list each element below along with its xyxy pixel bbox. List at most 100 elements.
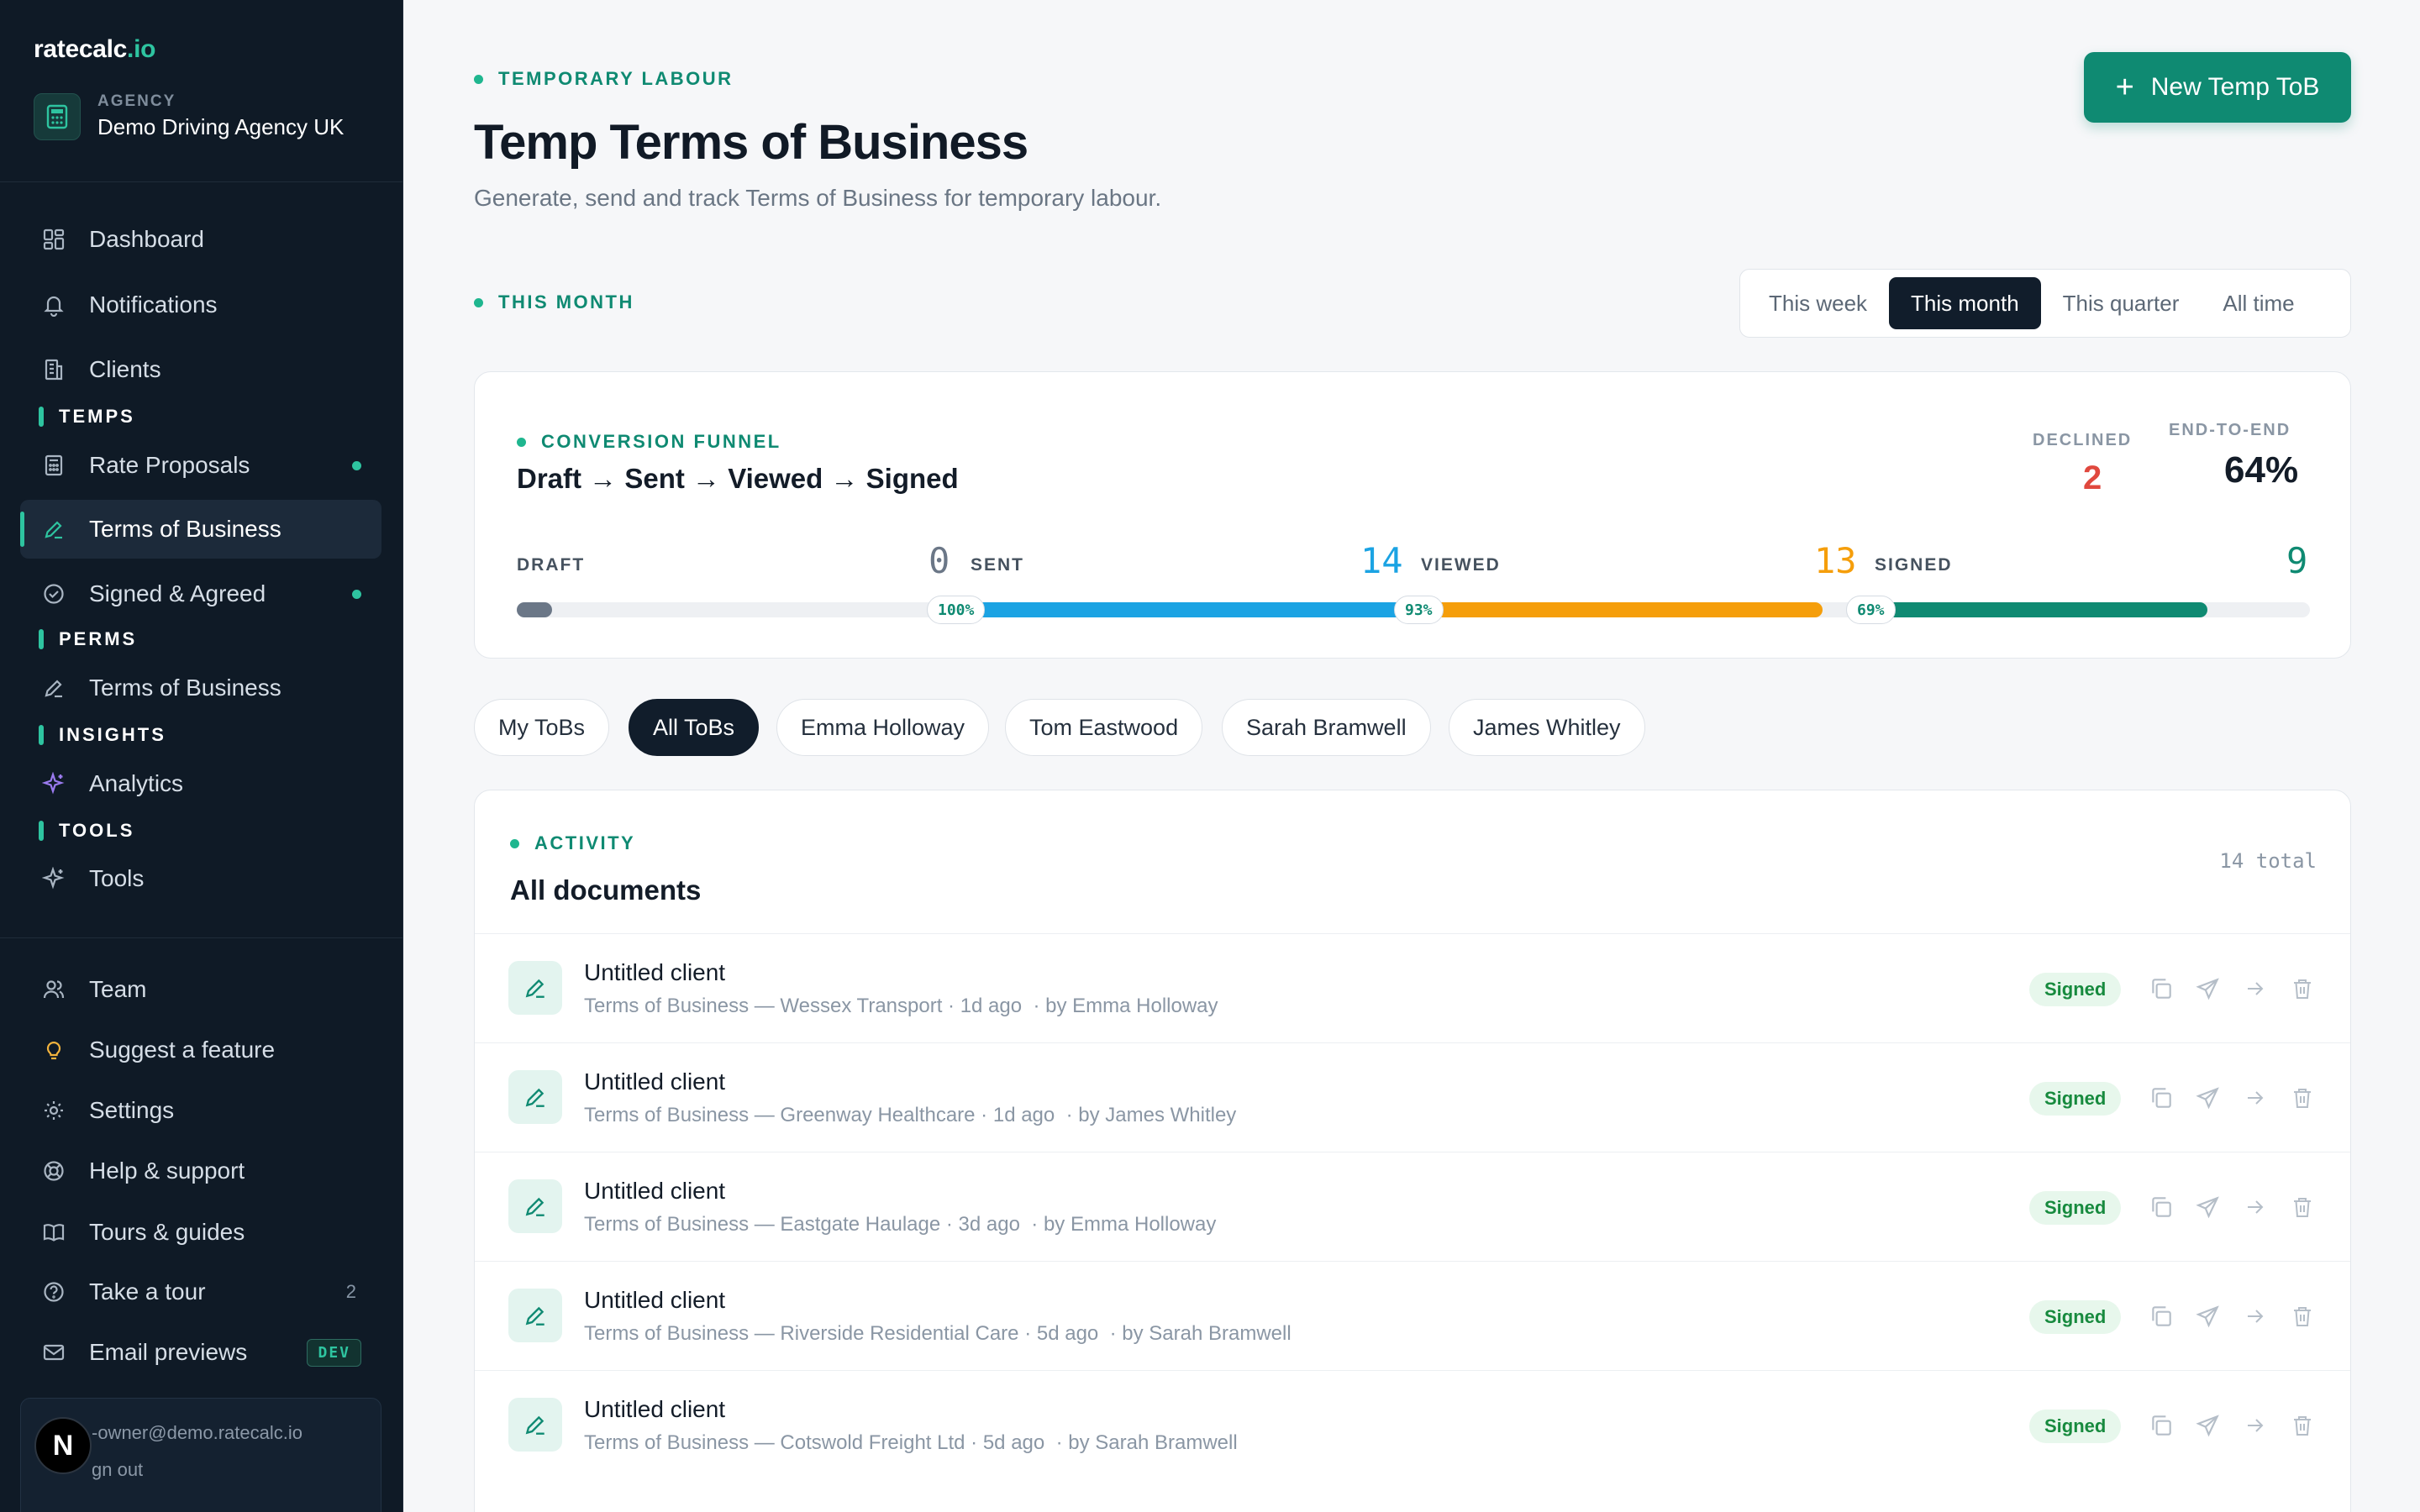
avatar[interactable]: N	[34, 1417, 92, 1474]
copy-icon[interactable]	[2147, 1411, 2175, 1440]
send-icon[interactable]	[2194, 1302, 2223, 1331]
arrow-right-icon[interactable]	[2241, 1084, 2270, 1112]
status-badge: Signed	[2029, 1082, 2122, 1116]
section-label-perms: PERMS	[39, 628, 137, 650]
sidebar-item-perm-terms-of-business[interactable]: Terms of Business	[20, 659, 381, 717]
table-row[interactable]: Untitled client Terms of Business — Wess…	[475, 933, 2350, 1042]
arrow-right-icon[interactable]	[2241, 1193, 2270, 1221]
trash-icon[interactable]	[2288, 1411, 2317, 1440]
sidebar-item-tools[interactable]: Tools	[20, 849, 381, 908]
user-card[interactable]: -owner@demo.ratecalc.io gn out N	[20, 1398, 381, 1512]
conversion-pill-viewed: 93%	[1394, 596, 1444, 624]
trash-icon[interactable]	[2288, 974, 2317, 1003]
sidebar-item-analytics[interactable]: Analytics	[20, 754, 381, 813]
copy-icon[interactable]	[2147, 974, 2175, 1003]
stage-count-draft: 0	[929, 540, 950, 581]
filter-my-tobs[interactable]: My ToBs	[474, 699, 610, 756]
sidebar-item-settings[interactable]: Settings	[20, 1081, 381, 1140]
declined-value: 2	[2083, 459, 2102, 496]
sidebar-item-temp-terms-of-business[interactable]: Terms of Business	[20, 500, 381, 559]
sidebar-item-dashboard[interactable]: Dashboard	[20, 210, 381, 269]
sidebar-item-suggest-feature[interactable]: Suggest a feature	[20, 1021, 381, 1079]
activity-card: ACTIVITY All documents 14 total Untitled…	[474, 790, 2351, 1512]
document-title[interactable]: Untitled client	[584, 1396, 725, 1423]
question-circle-icon	[40, 1278, 67, 1305]
sidebar-item-clients[interactable]: Clients	[20, 340, 381, 399]
filter-all-tobs[interactable]: All ToBs	[629, 699, 760, 756]
mail-icon	[40, 1339, 67, 1366]
copy-icon[interactable]	[2147, 1193, 2175, 1221]
document-title[interactable]: Untitled client	[584, 1068, 725, 1095]
pen-icon	[40, 675, 67, 701]
stage-count-signed: 9	[2286, 540, 2308, 581]
document-title[interactable]: Untitled client	[584, 1178, 725, 1205]
new-button-label: New Temp ToB	[2150, 73, 2320, 101]
table-row[interactable]: Untitled client Terms of Business — Gree…	[475, 1042, 2350, 1152]
send-icon[interactable]	[2194, 1193, 2223, 1221]
filter-sarah-bramwell[interactable]: Sarah Bramwell	[1222, 699, 1431, 756]
sidebar-divider	[0, 181, 403, 182]
trash-icon[interactable]	[2288, 1302, 2317, 1331]
period-all-time[interactable]: All time	[2201, 277, 2316, 329]
agency-switcher[interactable]: AGENCY Demo Driving Agency UK	[34, 92, 344, 140]
document-client-time: Terms of Business — Greenway Healthcare …	[584, 1104, 1055, 1126]
stage-label-sent: SENT	[971, 555, 1025, 575]
table-row[interactable]: Untitled client Terms of Business — Cots…	[475, 1370, 2350, 1479]
new-temp-tob-button[interactable]: + New Temp ToB	[2084, 52, 2351, 123]
book-icon	[40, 1219, 67, 1246]
table-row[interactable]: Untitled client Terms of Business — East…	[475, 1152, 2350, 1261]
sidebar-item-help-support[interactable]: Help & support	[20, 1142, 381, 1200]
status-badge: Signed	[2029, 1410, 2122, 1443]
trash-icon[interactable]	[2288, 1084, 2317, 1112]
sidebar-item-team[interactable]: Team	[20, 960, 381, 1019]
copy-icon[interactable]	[2147, 1084, 2175, 1112]
conversion-pill-signed: 69%	[1846, 596, 1896, 624]
sidebar-item-label: Tours & guides	[89, 1219, 245, 1245]
conversion-pill-sent: 100%	[927, 596, 986, 624]
period-this-week[interactable]: This week	[1747, 277, 1889, 329]
send-icon[interactable]	[2194, 974, 2223, 1003]
sidebar-item-take-tour[interactable]: Take a tour 2	[20, 1263, 381, 1321]
lifebuoy-icon	[40, 1158, 67, 1184]
end-to-end-value: 64%	[2224, 449, 2299, 491]
send-icon[interactable]	[2194, 1084, 2223, 1112]
stage-label-signed: SIGNED	[1875, 555, 1953, 575]
sidebar-item-label: Tools	[89, 865, 145, 891]
arrow-right-icon[interactable]	[2241, 1411, 2270, 1440]
pen-icon	[508, 961, 562, 1015]
sidebar-item-label: Rate Proposals	[89, 452, 250, 478]
arrow-right-icon[interactable]	[2241, 1302, 2270, 1331]
sidebar-item-tours-guides[interactable]: Tours & guides	[20, 1203, 381, 1262]
table-row[interactable]: Untitled client Terms of Business — Rive…	[475, 1261, 2350, 1370]
filter-james-whitley[interactable]: James Whitley	[1449, 699, 1645, 756]
document-author: · by Emma Holloway	[1033, 995, 1218, 1017]
sidebar-item-label: Terms of Business	[89, 516, 281, 542]
sidebar-item-rate-proposals[interactable]: Rate Proposals	[20, 436, 381, 495]
unread-dot	[352, 590, 361, 599]
sidebar-item-signed-agreed[interactable]: Signed & Agreed	[20, 564, 381, 623]
sidebar-item-email-previews[interactable]: Email previews DEV	[20, 1323, 381, 1382]
brand-logo[interactable]: ratecalc.io	[34, 35, 155, 64]
period-this-month[interactable]: This month	[1889, 277, 2041, 329]
document-title[interactable]: Untitled client	[584, 1287, 725, 1314]
sign-out-link[interactable]: gn out	[92, 1459, 143, 1481]
filter-emma-holloway[interactable]: Emma Holloway	[776, 699, 990, 756]
section-label-temps: TEMPS	[39, 406, 135, 428]
filter-tom-eastwood[interactable]: Tom Eastwood	[1005, 699, 1203, 756]
send-icon[interactable]	[2194, 1411, 2223, 1440]
period-this-quarter[interactable]: This quarter	[2041, 277, 2202, 329]
sidebar-item-label: Take a tour	[89, 1278, 206, 1305]
arrow-right-icon[interactable]	[2241, 974, 2270, 1003]
bell-icon	[40, 291, 67, 318]
copy-icon[interactable]	[2147, 1302, 2175, 1331]
activity-eyebrow: ACTIVITY	[510, 832, 635, 854]
sidebar-item-label: Settings	[89, 1097, 175, 1123]
sidebar-item-notifications[interactable]: Notifications	[20, 276, 381, 334]
pen-icon	[40, 516, 67, 543]
document-title[interactable]: Untitled client	[584, 959, 725, 986]
stage-label-draft: DRAFT	[517, 555, 586, 575]
trash-icon[interactable]	[2288, 1193, 2317, 1221]
sidebar-item-label: Clients	[89, 356, 161, 382]
conversion-funnel-card: CONVERSION FUNNEL Draft → Sent → Viewed …	[474, 371, 2351, 659]
period-eyebrow: THIS MONTH	[474, 291, 634, 313]
